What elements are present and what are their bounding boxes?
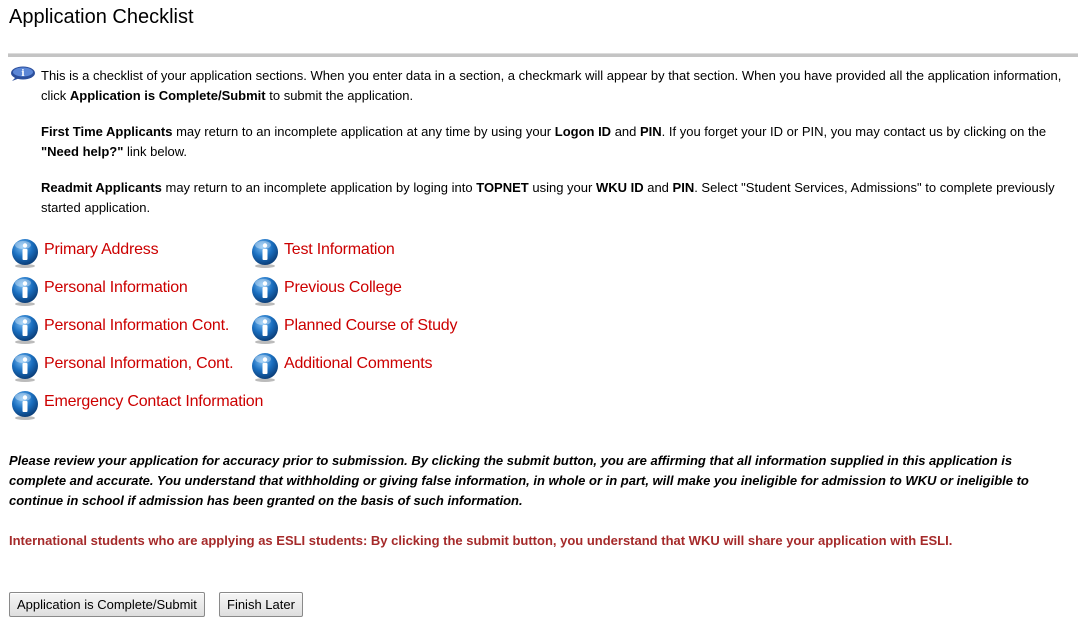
submit-button[interactable]: Application is Complete/Submit — [9, 592, 205, 617]
instructions: i This is a checklist of your applicatio… — [10, 66, 1076, 218]
info-bubble-icon — [250, 276, 280, 306]
checklist-item-additional-comments: Additional Comments — [250, 350, 432, 386]
svg-text:i: i — [21, 69, 25, 79]
info-bubble-icon — [10, 238, 40, 268]
intro-paragraph: This is a checklist of your application … — [41, 68, 1062, 103]
link-test-information[interactable]: Test Information — [284, 240, 395, 260]
readmit-paragraph: Readmit Applicants may return to an inco… — [41, 180, 1055, 215]
info-icon: i — [10, 66, 36, 87]
link-personal-information-cont-2[interactable]: Personal Information, Cont. — [44, 354, 234, 374]
link-primary-address[interactable]: Primary Address — [44, 240, 159, 260]
info-bubble-icon — [250, 314, 280, 344]
submission-disclaimer: Please review your application for accur… — [9, 453, 1029, 508]
link-previous-college[interactable]: Previous College — [284, 278, 402, 298]
page-title: Application Checklist — [9, 6, 194, 28]
esli-notice: International students who are applying … — [9, 533, 953, 548]
checklist-item-personal-information-cont-2: Personal Information, Cont. — [10, 350, 234, 386]
link-personal-information[interactable]: Personal Information — [44, 278, 188, 298]
checklist-item-primary-address: Primary Address — [10, 236, 159, 272]
checklist-item-emergency-contact: Emergency Contact Information — [10, 388, 263, 424]
header-divider — [8, 53, 1078, 57]
info-bubble-icon — [10, 314, 40, 344]
info-bubble-icon — [10, 390, 40, 420]
link-additional-comments[interactable]: Additional Comments — [284, 354, 432, 374]
checklist-item-personal-information: Personal Information — [10, 274, 188, 310]
link-emergency-contact[interactable]: Emergency Contact Information — [44, 392, 263, 412]
checklist: Primary Address Personal Information Per… — [10, 236, 510, 426]
info-bubble-icon — [10, 352, 40, 382]
info-bubble-icon — [250, 352, 280, 382]
checklist-item-planned-course: Planned Course of Study — [250, 312, 457, 348]
info-bubble-icon — [250, 238, 280, 268]
info-bubble-icon — [10, 276, 40, 306]
first-time-paragraph: First Time Applicants may return to an i… — [41, 124, 1047, 159]
checklist-item-test-information: Test Information — [250, 236, 395, 272]
finish-later-button[interactable]: Finish Later — [219, 592, 303, 617]
link-planned-course[interactable]: Planned Course of Study — [284, 316, 457, 336]
checklist-item-previous-college: Previous College — [250, 274, 402, 310]
checklist-item-personal-information-cont: Personal Information Cont. — [10, 312, 229, 348]
link-personal-information-cont[interactable]: Personal Information Cont. — [44, 316, 229, 336]
